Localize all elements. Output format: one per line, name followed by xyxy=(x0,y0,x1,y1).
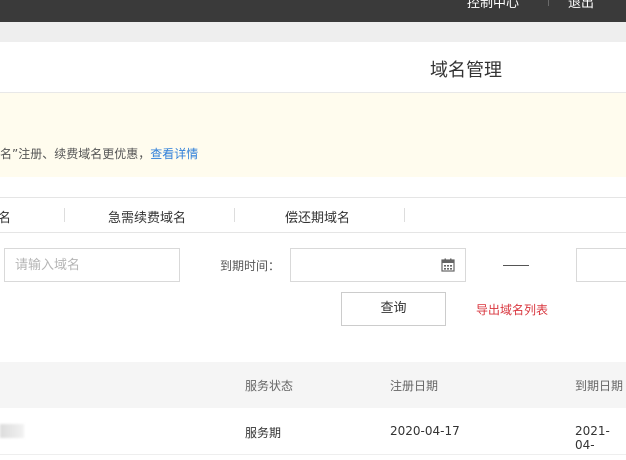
expire-start-date-field[interactable] xyxy=(290,248,466,282)
date-range-separator xyxy=(503,265,529,266)
row-service-status: 服务期 xyxy=(245,426,282,440)
expire-time-label: 到期时间： xyxy=(220,259,281,273)
export-domain-list-link[interactable]: 导出域名列表 xyxy=(476,301,548,318)
topbar-console-link[interactable]: 控制中心 xyxy=(467,0,519,11)
calendar-icon[interactable] xyxy=(441,258,455,272)
tab-all-domains[interactable]: 名 xyxy=(0,207,11,226)
domain-tabs: 名 急需续费域名 偿还期域名 xyxy=(0,197,626,233)
expire-end-date-input[interactable] xyxy=(577,249,626,281)
top-navbar: 控制中心 退出 xyxy=(0,0,626,22)
header-gap xyxy=(0,22,626,42)
row-register-date: 2020-04-17 xyxy=(390,424,460,438)
promo-notice-text: 名”注册、续费域名更优惠，查看详情 xyxy=(0,145,198,162)
column-header-register-date: 注册日期 xyxy=(390,379,439,393)
promo-notice-banner xyxy=(0,93,626,177)
expire-end-date-field[interactable] xyxy=(576,248,626,282)
row-expire-date: 2021-04- xyxy=(575,424,610,452)
redacted-domain-name xyxy=(0,424,24,438)
tab-divider xyxy=(404,208,405,222)
view-details-link[interactable]: 查看详情 xyxy=(150,147,198,161)
column-header-expire-date: 到期日期 xyxy=(575,379,624,393)
domain-search-field[interactable] xyxy=(4,248,180,282)
column-header-service-status: 服务状态 xyxy=(245,379,294,393)
tab-urgent-renewal[interactable]: 急需续费域名 xyxy=(108,207,186,226)
expire-start-date-input[interactable] xyxy=(291,249,465,281)
topbar-logout-link[interactable]: 退出 xyxy=(568,0,594,11)
domain-search-input[interactable] xyxy=(5,249,179,281)
page-title: 域名管理 xyxy=(430,60,502,81)
table-header xyxy=(0,362,626,408)
tab-redemption-period[interactable]: 偿还期域名 xyxy=(285,207,350,226)
table-row-divider xyxy=(0,454,626,455)
promo-notice-message: 名”注册、续费域名更优惠， xyxy=(0,147,151,161)
topbar-divider xyxy=(548,0,549,6)
query-button[interactable]: 查询 xyxy=(341,292,446,326)
tab-divider xyxy=(64,208,65,222)
tab-divider xyxy=(234,208,235,222)
